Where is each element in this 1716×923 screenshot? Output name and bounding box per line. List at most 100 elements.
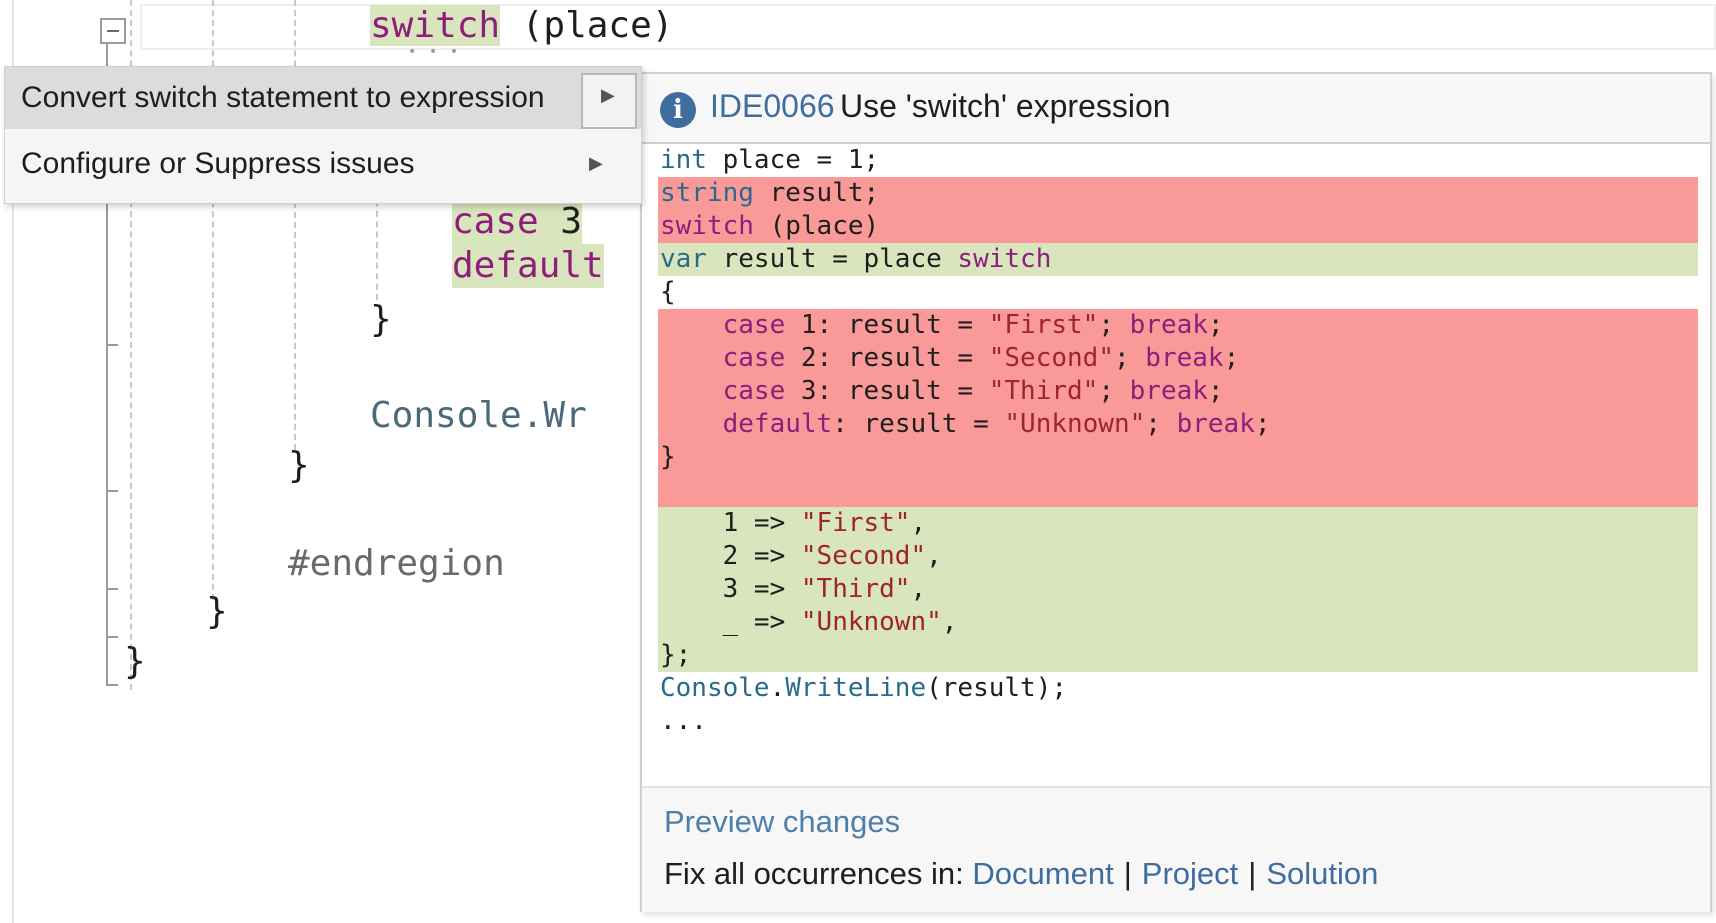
case-value: 3 <box>538 201 583 242</box>
menu-item-label: Convert switch statement to expression <box>21 81 545 114</box>
code-token: break <box>1129 376 1208 406</box>
code-token: : result = <box>832 409 1005 439</box>
code-token: ; <box>1223 343 1240 373</box>
diff-line-add: 3 => "Third", <box>658 573 1698 606</box>
outline-tick <box>106 344 118 346</box>
diff-line-del: switch (place) <box>658 210 1698 243</box>
code-token: , <box>910 508 927 538</box>
code-line-brace: } <box>206 591 228 632</box>
code-line-case3: case 3 <box>452 200 583 244</box>
diff-line-del: case 3: result = "Third"; break; <box>658 375 1698 408</box>
code-token: 3 => <box>660 574 801 604</box>
code-token: var <box>660 244 707 274</box>
code-token: , <box>926 541 942 571</box>
code-token: case <box>722 310 786 340</box>
code-token: "Second" <box>988 343 1114 373</box>
diff-line-del: default: result = "Unknown"; break; <box>658 408 1698 441</box>
code-token: ; <box>1254 409 1271 439</box>
suggestion-dots-icon[interactable]: • • • <box>408 44 460 60</box>
code-token: ; <box>1207 310 1224 340</box>
code-token: ... <box>660 706 707 736</box>
code-line-console: Console.Wr <box>370 395 587 436</box>
fix-all-document-link[interactable]: Document <box>972 856 1113 891</box>
diff-line-ctx: Console.WriteLine(result); <box>658 672 1698 705</box>
diff-line-add: }; <box>658 639 1698 672</box>
code-token: }; <box>660 640 692 670</box>
code-token: case <box>722 343 786 373</box>
preview-footer: Preview changes Fix all occurrences in: … <box>642 786 1710 912</box>
code-token: int <box>660 145 707 175</box>
code-token: ; <box>1098 376 1130 406</box>
fix-preview-panel: i IDE0066 Use 'switch' expression int pl… <box>640 72 1712 912</box>
case-keyword: case <box>452 201 539 242</box>
outline-tick <box>106 588 118 590</box>
diff-line-del: } <box>658 441 1698 474</box>
switch-args: (place) <box>500 5 674 46</box>
code-token: break <box>1176 409 1255 439</box>
diff-line-add: 2 => "Second", <box>658 540 1698 573</box>
preview-header: i IDE0066 Use 'switch' expression <box>642 74 1710 144</box>
diff-line-del: string result; <box>658 177 1698 210</box>
code-line-brace: } <box>370 299 392 340</box>
code-token: (result); <box>926 673 1068 703</box>
menu-item-configure-suppress[interactable]: Configure or Suppress issues ▶ <box>5 129 641 199</box>
diff-line-del <box>658 474 1698 507</box>
collapse-region-icon[interactable] <box>100 18 126 44</box>
code-token: 1 => <box>660 508 801 538</box>
info-icon: i <box>660 92 696 128</box>
code-token: (place) <box>753 211 880 241</box>
code-token: case <box>722 376 786 406</box>
code-token: result = place <box>706 244 958 274</box>
code-token: } <box>660 442 676 472</box>
code-token: place = 1; <box>706 145 880 175</box>
diff-line-add: 1 => "First", <box>658 507 1698 540</box>
code-line-brace: } <box>288 445 310 486</box>
code-line-endregion: #endregion <box>288 543 505 584</box>
code-token: { <box>660 277 676 307</box>
code-token: "Third" <box>800 574 911 604</box>
default-keyword: default <box>452 245 604 286</box>
code-token: "Third" <box>988 376 1099 406</box>
preview-changes-link[interactable]: Preview changes <box>664 804 900 840</box>
diff-line-add: var result = place switch <box>658 243 1698 276</box>
outline-tick <box>106 636 118 638</box>
code-token: Console <box>660 673 770 703</box>
rule-id-link[interactable]: IDE0066 <box>710 88 835 125</box>
diff-view: int place = 1; string result; switch (plac… <box>658 144 1698 738</box>
rule-title: Use 'switch' expression <box>840 88 1171 124</box>
diff-line-ctx: ... <box>658 705 1698 738</box>
code-line-switch: switch (place) <box>370 4 673 48</box>
code-token: . <box>769 673 786 703</box>
diff-line-ctx: int place = 1; <box>658 144 1698 177</box>
chevron-right-icon: ▶ <box>589 153 603 173</box>
code-token: break <box>1145 343 1224 373</box>
code-token: ; <box>1113 343 1146 373</box>
diff-line-del: case 1: result = "First"; break; <box>658 309 1698 342</box>
code-token: , <box>941 607 958 637</box>
menu-item-convert-switch[interactable]: Convert switch statement to expression ▶ <box>5 67 641 129</box>
diff-line-del: case 2: result = "Second"; break; <box>658 342 1698 375</box>
code-token: string <box>660 178 754 208</box>
code-token: ; <box>1145 409 1177 439</box>
code-token: ; <box>1098 310 1130 340</box>
indent-guide <box>376 190 378 300</box>
fix-all-row: Fix all occurrences in: Document | Project… <box>664 856 1378 892</box>
code-token: _ => <box>660 607 801 637</box>
code-token: "First" <box>988 310 1099 340</box>
diff-line-add: _ => "Unknown", <box>658 606 1698 639</box>
outline-tick <box>106 684 118 686</box>
switch-keyword: switch <box>370 5 501 46</box>
diff-line-ctx: { <box>658 276 1698 309</box>
separator: | <box>1248 856 1257 891</box>
fix-all-project-link[interactable]: Project <box>1142 856 1238 891</box>
fix-all-solution-link[interactable]: Solution <box>1266 856 1378 891</box>
chevron-right-icon: ▶ <box>601 85 615 105</box>
code-token: 3: result = <box>785 376 989 406</box>
outline-tick <box>106 490 118 492</box>
code-token: switch <box>660 211 754 241</box>
quick-actions-menu: Convert switch statement to expression ▶… <box>4 66 642 204</box>
